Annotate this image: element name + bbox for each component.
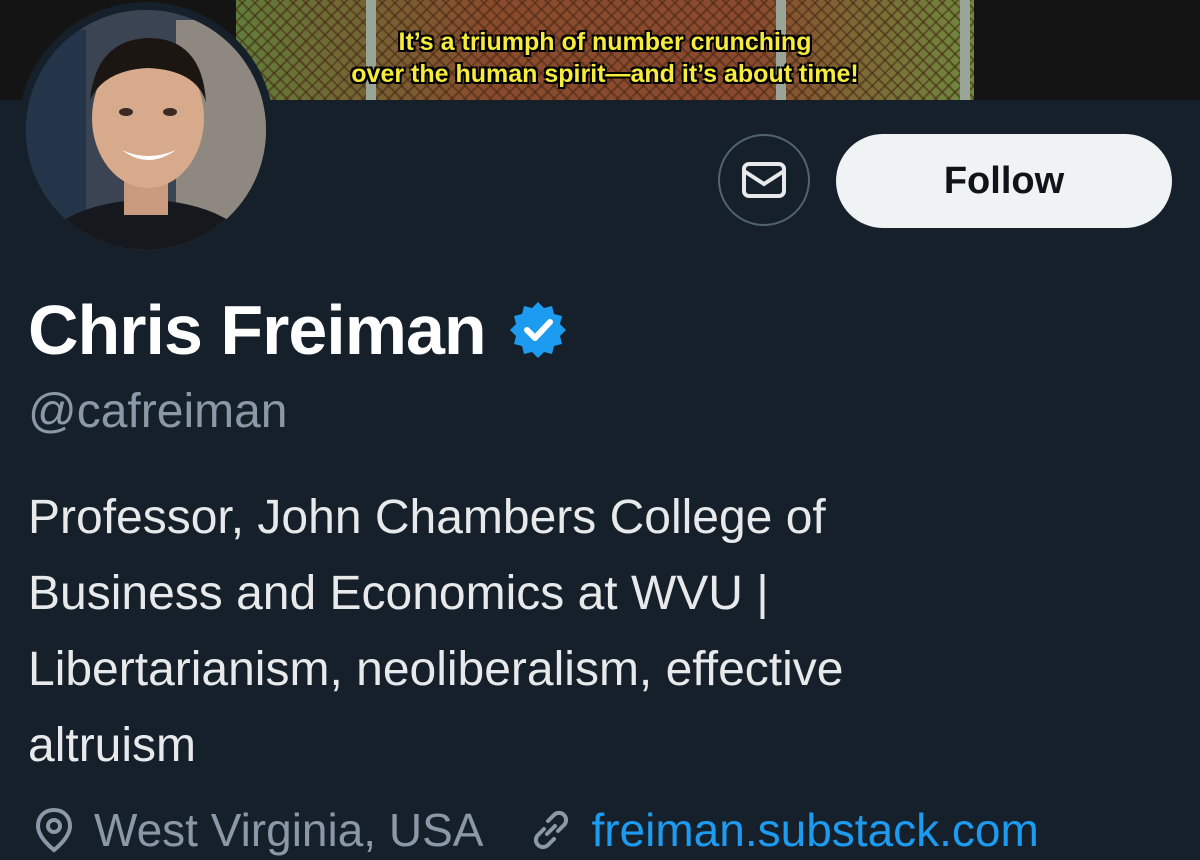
profile-name-row: Chris Freiman: [28, 291, 568, 369]
bio-line: Libertarianism, neoliberalism, effective: [28, 643, 844, 696]
follow-button[interactable]: Follow: [836, 134, 1172, 228]
verified-badge-icon[interactable]: [508, 300, 568, 360]
bio-line: Business and Economics at WVU |: [28, 567, 769, 620]
profile-bio: Professor, John Chambers College of Busi…: [28, 480, 1128, 784]
bio-line: Professor, John Chambers College of: [28, 491, 826, 544]
profile-location: West Virginia, USA: [30, 803, 483, 857]
banner-image: It’s a triumph of number crunching over …: [236, 0, 974, 100]
profile-meta: West Virginia, USA freiman.substack.com: [30, 800, 1039, 860]
avatar-photo: [26, 10, 266, 250]
message-button[interactable]: [718, 134, 810, 226]
location-pin-icon: [35, 807, 73, 853]
banner-caption-line: over the human spirit—and it’s about tim…: [351, 60, 859, 88]
avatar[interactable]: [18, 2, 274, 258]
profile-website[interactable]: freiman.substack.com: [527, 803, 1039, 857]
bio-line: altruism: [28, 719, 197, 772]
location-text: West Virginia, USA: [94, 804, 484, 856]
envelope-icon: [742, 162, 786, 198]
banner-caption-line: It’s a triumph of number crunching: [398, 28, 812, 56]
website-link[interactable]: freiman.substack.com: [591, 803, 1038, 857]
profile-handle: @cafreiman: [28, 385, 288, 438]
link-icon: [534, 810, 569, 850]
display-name: Chris Freiman: [28, 291, 487, 369]
banner-caption: It’s a triumph of number crunching over …: [236, 26, 974, 90]
